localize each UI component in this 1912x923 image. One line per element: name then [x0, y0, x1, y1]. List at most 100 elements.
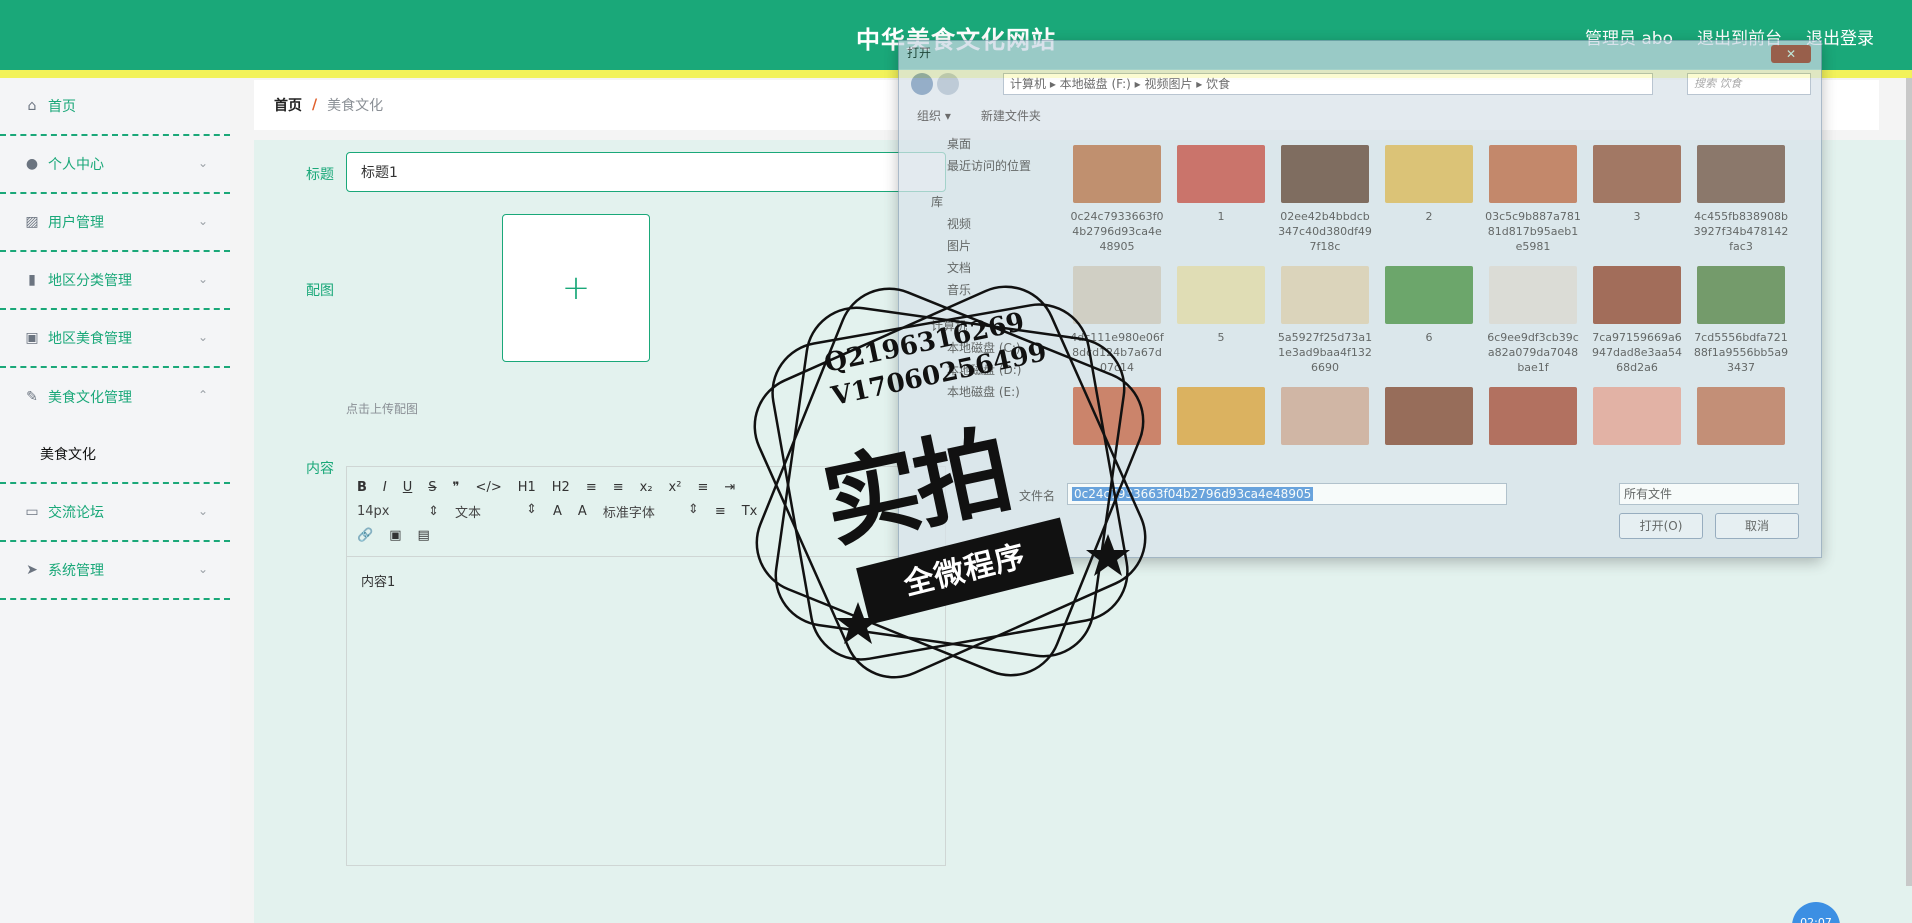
chevron-down-icon: ⌄ — [197, 272, 208, 286]
link-icon[interactable]: 🔗 — [357, 528, 373, 543]
subscript-button[interactable]: x₂ — [640, 480, 653, 495]
image-thumbnail-icon — [1697, 266, 1785, 324]
bullet-list-button[interactable]: ≡ — [613, 480, 624, 495]
file-thumbnail[interactable]: 0c24c7933663f04b2796d93ca4e48905 — [1067, 145, 1167, 260]
search-input[interactable]: 搜索 饮食 — [1687, 73, 1811, 95]
file-name: 5a5927f25d73a11e3ad9baa4f1326690 — [1277, 331, 1373, 374]
organize-button[interactable]: 组织 ▾ — [917, 107, 951, 124]
quote-button[interactable]: ❞ — [453, 480, 460, 495]
sidebar-item-food-culture[interactable]: ✎ 美食文化管理 ⌃ — [0, 368, 230, 426]
chevron-down-icon: ⌄ — [197, 504, 208, 518]
file-name: 6 — [1425, 331, 1433, 344]
sidebar-item-label: 交流论坛 — [48, 505, 104, 521]
cancel-button[interactable]: 取消 — [1715, 513, 1799, 539]
image-thumbnail-icon — [1697, 145, 1785, 203]
file-name: 5 — [1217, 331, 1225, 344]
dialog-commands: 组织 ▾ 新建文件夹 — [917, 107, 1041, 124]
sidebar-item-system[interactable]: ➤ 系统管理 ⌄ — [0, 542, 230, 600]
bold-button[interactable]: B — [357, 480, 367, 495]
dialog-title: 打开 ✕ — [899, 41, 1821, 69]
open-button[interactable]: 打开(O) — [1619, 513, 1703, 539]
text-style-select[interactable]: 文本 ⇕ — [455, 502, 537, 521]
sidebar-item-label: 美食文化管理 — [48, 390, 132, 406]
file-thumbnail[interactable]: 2 — [1379, 145, 1479, 260]
sidebar-item-home[interactable]: ⌂ 首页 — [0, 78, 230, 136]
chevron-down-icon: ⌄ — [197, 214, 208, 228]
file-thumbnail[interactable]: 1 — [1171, 145, 1271, 260]
h1-button[interactable]: H1 — [518, 480, 536, 495]
file-thumbnail[interactable] — [1483, 387, 1583, 457]
file-thumbnail[interactable] — [1275, 387, 1375, 457]
file-thumbnail[interactable]: 5 — [1171, 266, 1271, 381]
sidebar-item-profile[interactable]: ● 个人中心 ⌄ — [0, 136, 230, 194]
ordered-list-button[interactable]: ≡ — [586, 480, 597, 495]
image-thumbnail-icon — [1697, 387, 1785, 445]
font-size-select[interactable]: 14px ⇕ — [357, 504, 439, 519]
file-name: 4c455fb838908b3927f34b478142fac3 — [1693, 210, 1789, 253]
filetype-select[interactable]: 所有文件 — [1619, 483, 1799, 505]
sidebar-item-label: 地区分类管理 — [48, 273, 132, 289]
outdent-button[interactable]: ≡ — [697, 480, 708, 495]
image-thumbnail-icon — [1385, 387, 1473, 445]
new-folder-button[interactable]: 新建文件夹 — [981, 107, 1041, 124]
file-thumbnail[interactable] — [1379, 387, 1479, 457]
file-thumbnail[interactable]: 7cd5556bdfa72188f1a9556bb5a93437 — [1691, 266, 1791, 381]
file-thumbnail[interactable]: 3 — [1587, 145, 1687, 260]
align-button[interactable]: ≡ — [715, 504, 726, 519]
video-icon[interactable]: ▤ — [417, 528, 429, 543]
file-thumbnail[interactable] — [1587, 387, 1687, 457]
sidebar-item-label: 用户管理 — [48, 215, 104, 231]
image-thumbnail-icon — [1593, 145, 1681, 203]
font-family-select[interactable]: 标准字体 ⇕ — [603, 502, 699, 521]
title-label: 标题 — [306, 167, 334, 183]
close-icon[interactable]: ✕ — [1771, 45, 1811, 63]
file-thumbnail[interactable]: 6c9ee9df3cb39ca82a079da7048bae1f — [1483, 266, 1583, 381]
underline-button[interactable]: U — [403, 480, 413, 495]
image-thumbnail-icon — [1281, 387, 1369, 445]
breadcrumb-separator: / — [312, 97, 318, 113]
edit-icon: ✎ — [26, 389, 38, 405]
nav-item[interactable]: 图片 — [921, 235, 1069, 257]
file-name: 03c5c9b887a78181d817b95aeb1e5981 — [1485, 210, 1581, 253]
chevron-down-icon: ⌄ — [197, 330, 208, 344]
nav-item[interactable]: 库 — [921, 191, 1069, 213]
sidebar-item-forum[interactable]: ▭ 交流论坛 ⌄ — [0, 484, 230, 542]
image-thumbnail-icon — [1593, 266, 1681, 324]
file-thumbnail[interactable]: 4c455fb838908b3927f34b478142fac3 — [1691, 145, 1791, 260]
sidebar: ⌂ 首页 ● 个人中心 ⌄ ▨ 用户管理 ⌄ ▮ 地区分类管理 ⌄ ▣ 地区美食… — [0, 78, 230, 923]
file-thumbnail[interactable]: 6 — [1379, 266, 1479, 381]
file-thumbnail[interactable]: 03c5c9b887a78181d817b95aeb1e5981 — [1483, 145, 1583, 260]
file-thumbnail[interactable]: 02ee42b4bbdcb347c40d380df497f18c — [1275, 145, 1375, 260]
nav-item[interactable]: 视频 — [921, 213, 1069, 235]
image-thumbnail-icon — [1281, 145, 1369, 203]
clipboard-icon: ▣ — [25, 330, 39, 346]
strike-button[interactable]: S — [428, 480, 436, 495]
image-upload-button[interactable]: + — [502, 214, 650, 362]
file-thumbnail[interactable] — [1171, 387, 1271, 457]
sidebar-item-region-food[interactable]: ▣ 地区美食管理 ⌄ — [0, 310, 230, 368]
nav-item[interactable]: 最近访问的位置 — [921, 155, 1069, 177]
nav-item[interactable]: 桌面 — [921, 133, 1069, 155]
page-scrollbar[interactable] — [1906, 78, 1912, 886]
file-thumbnail[interactable]: 5a5927f25d73a11e3ad9baa4f1326690 — [1275, 266, 1375, 381]
chevron-up-icon: ⌃ — [197, 388, 208, 402]
sidebar-subitem-food-culture[interactable]: 美食文化 — [0, 426, 230, 484]
image-icon[interactable]: ▣ — [389, 528, 401, 543]
bg-color-button[interactable]: A — [578, 504, 587, 519]
breadcrumb-home[interactable]: 首页 — [274, 95, 302, 115]
code-button[interactable]: </> — [476, 480, 502, 495]
h2-button[interactable]: H2 — [552, 480, 570, 495]
title-input[interactable]: 标题1 — [346, 152, 946, 192]
file-thumbnail[interactable] — [1691, 387, 1791, 457]
italic-button[interactable]: I — [383, 480, 387, 495]
image-thumbnail-icon — [1489, 145, 1577, 203]
forward-icon[interactable] — [937, 73, 959, 95]
file-thumbnail[interactable]: 7ca97159669a6947dad8e3aa5468d2a6 — [1587, 266, 1687, 381]
superscript-button[interactable]: x² — [669, 480, 682, 495]
sidebar-item-region-category[interactable]: ▮ 地区分类管理 ⌄ — [0, 252, 230, 310]
address-bar[interactable]: 计算机 ▸ 本地磁盘 (F:) ▸ 视频图片 ▸ 饮食 — [1003, 73, 1653, 95]
back-icon[interactable] — [911, 73, 933, 95]
sidebar-item-users[interactable]: ▨ 用户管理 ⌄ — [0, 194, 230, 252]
image-thumbnail-icon — [1177, 266, 1265, 324]
font-color-button[interactable]: A — [553, 504, 562, 519]
